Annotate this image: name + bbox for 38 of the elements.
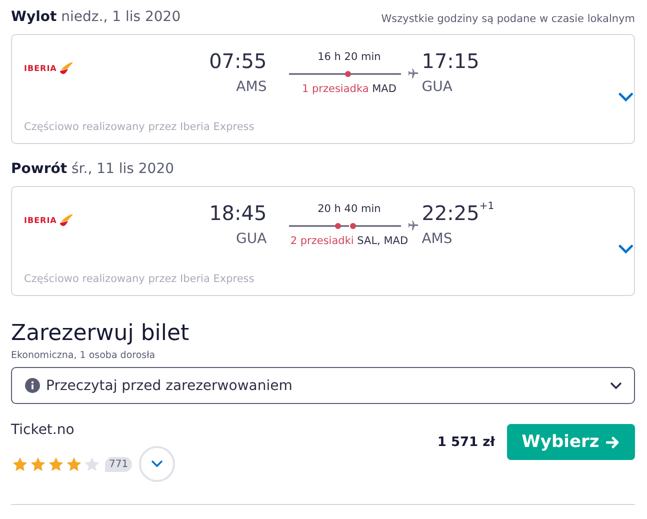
chevron-down-icon [610,382,622,390]
flight-duration: 20 h 40 min [318,203,381,215]
airline-tail-icon [58,62,74,74]
flight-duration: 16 h 20 min [318,51,381,63]
day-offset: +1 [479,201,494,214]
review-count: 771 [105,456,132,472]
operator-note: Częściowo realizowany przez Iberia Express [24,121,256,133]
airline-logo-text: IBERIA [24,64,57,72]
departure-airport: AMS [236,79,267,95]
timezone-note: Wszystkie godziny są podane w czasie lokalnym [381,13,635,25]
notice-dropdown[interactable]: Przeczytaj przed zarezerwowaniem [11,367,635,404]
provider-name: Ticket.no [11,422,74,438]
plane-icon [406,219,420,232]
info-icon [25,378,40,393]
arrow-right-icon [606,436,620,448]
stops-info: 2 przesiadki SAL, MAD [290,235,408,247]
departure-time: 07:55 [209,49,267,73]
airline-tail-icon [58,214,74,226]
leg-heading: Wylot niedz., 1 lis 2020 [11,9,181,25]
departure-airport: GUA [236,231,267,247]
arrival-time: 17:15 [422,49,480,73]
airline-logo-text: IBERIA [24,216,57,224]
arrival-airport: AMS [422,231,454,247]
arrival-time: 22:25 [422,201,480,225]
chevron-down-icon [151,460,164,468]
plane-icon [406,67,420,80]
leg-heading: Powrót śr., 11 lis 2020 [11,161,174,177]
arrival-airport: GUA [422,79,454,95]
departure-time: 18:45 [209,201,267,225]
stops-info: 1 przesiadka MAD [302,83,396,95]
flight-card[interactable]: IBERIA 18:45 GUA 20 h 40 min 2 przesiadki SAL, MAD 22:25$^{+1}$ AMS Częściowo realizowany przez Iberia Express [11,186,635,296]
booking-title: Zarezerwuj bilet [11,321,190,346]
chevron-down-icon[interactable] [618,244,634,254]
fare-info: Ekonomiczna, 1 osoba dorosła [11,350,156,361]
chevron-down-icon[interactable] [618,92,634,102]
operator-note: Częściowo realizowany przez Iberia Express [24,273,256,285]
flight-card[interactable]: IBERIA 07:55 AMS 16 h 20 min 1 przesiadka MAD 17:15 GUA Częściowo realizowany przez Iberia Express [11,34,635,144]
price: 1 571 zł [437,434,495,450]
